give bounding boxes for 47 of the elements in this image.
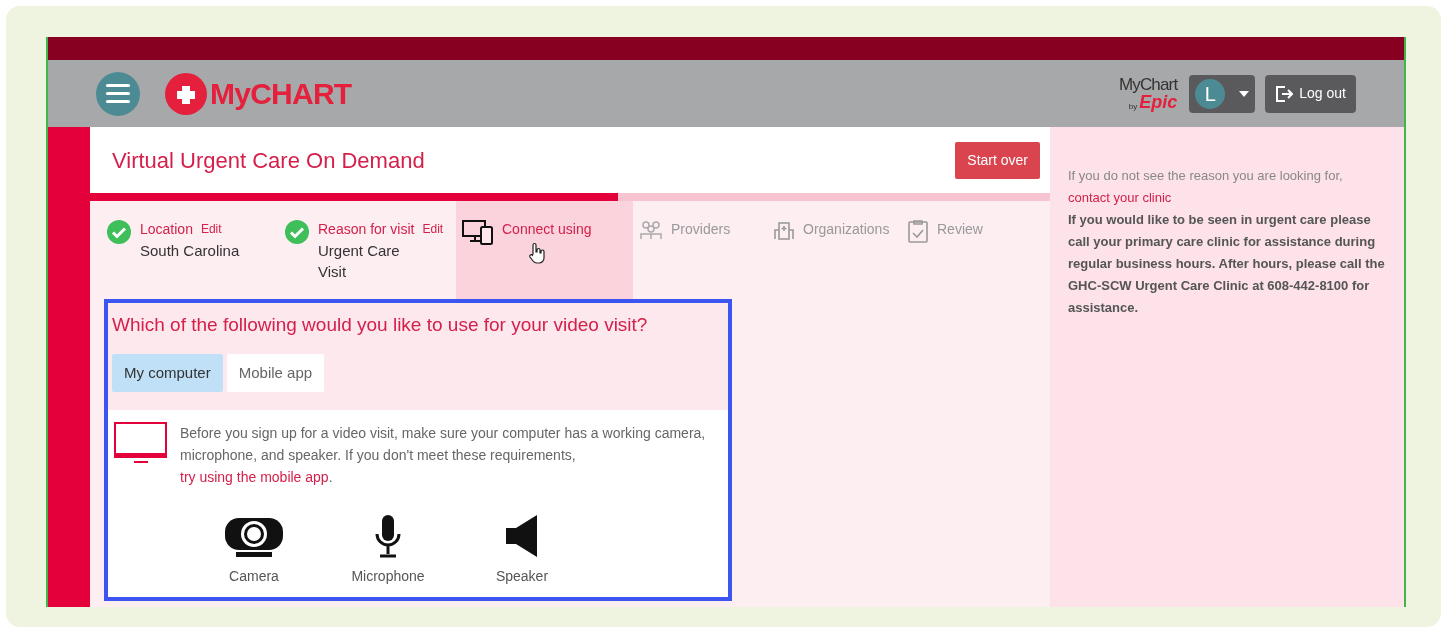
edit-link[interactable]: Edit xyxy=(200,219,222,240)
step-item[interactable]: Providers xyxy=(633,201,767,301)
question-title: Which of the following would you like to use for your video visit? xyxy=(111,313,649,337)
option-tab[interactable]: My computer xyxy=(112,353,223,392)
devices-icon xyxy=(462,219,494,245)
step-item[interactable]: Connect using xyxy=(456,201,633,301)
contact-clinic-link[interactable]: contact your clinic xyxy=(1068,190,1172,205)
check-circle-icon xyxy=(284,219,310,245)
option-tab[interactable]: Mobile app xyxy=(226,353,325,392)
hand-cursor-icon xyxy=(528,242,546,264)
requirement-label: Microphone xyxy=(351,567,425,586)
monitor-icon xyxy=(114,422,168,464)
requirements-notice: Before you sign up for a video visit, make sure your computer has a working camera, microphone, and speaker. If you don't meet these requirements, try using the mobile app. xyxy=(180,424,707,487)
step-value: Urgent Care Visit xyxy=(318,241,401,282)
cross-logo-icon xyxy=(164,71,208,116)
sidebar-intro: If you do not see the reason you are looking for, xyxy=(1068,167,1344,185)
mobile-app-link[interactable]: try using the mobile app xyxy=(180,469,329,485)
step-item[interactable]: Review xyxy=(901,201,1035,301)
requirement-label: Speaker xyxy=(495,567,549,586)
page-title: Virtual Urgent Care On Demand xyxy=(112,146,425,175)
logout-icon xyxy=(1275,84,1294,103)
vendor-logo: MyChart by Epic xyxy=(1119,76,1178,111)
sidebar-note: If you would like to be seen in urgent care please call your primary care clinic for assistance during regular business hours. After hours, please call the GHC-SCW Urgent Care Clinic at 608-442-8100 for assistance. xyxy=(1068,211,1386,317)
brand-name: MyCHART xyxy=(210,76,352,112)
microphone-icon xyxy=(374,514,402,558)
building-icon xyxy=(773,219,795,241)
start-over-button[interactable]: Start over xyxy=(955,141,1040,179)
step-label: Reason for visit xyxy=(318,220,415,239)
logout-button[interactable]: Log out xyxy=(1265,74,1356,113)
step-item[interactable]: Location Edit South Carolina xyxy=(100,201,278,301)
edit-link[interactable]: Edit xyxy=(422,219,444,240)
step-value: South Carolina xyxy=(140,241,241,261)
webcam-icon xyxy=(224,516,284,558)
step-item[interactable]: Reason for visit Edit Urgent Care Visit xyxy=(278,201,456,301)
menu-button[interactable] xyxy=(96,71,140,116)
step-label: Location xyxy=(140,220,193,239)
check-circle-icon xyxy=(106,219,132,245)
speaker-icon xyxy=(505,514,539,558)
step-label: Providers xyxy=(671,220,731,239)
step-item[interactable]: Organizations xyxy=(767,201,901,301)
step-label: Organizations xyxy=(803,220,890,239)
step-label: Review xyxy=(937,220,983,239)
clipboard-icon xyxy=(907,219,929,243)
account-dropdown[interactable]: L xyxy=(1189,74,1256,113)
requirement-label: Camera xyxy=(229,567,279,586)
step-label: Connect using xyxy=(502,220,592,239)
caret-icon xyxy=(1239,90,1250,97)
